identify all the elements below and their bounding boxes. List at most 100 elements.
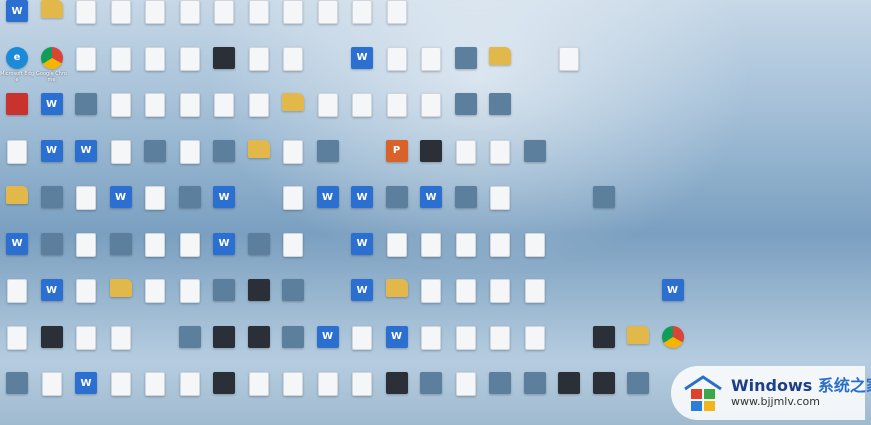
desktop-icon-dark[interactable] xyxy=(587,325,621,370)
desktop-icon-word[interactable]: W xyxy=(35,93,69,137)
desktop-icon-photo[interactable] xyxy=(69,93,103,137)
desktop-icon-word[interactable]: W xyxy=(69,139,103,184)
desktop-icon-doc[interactable] xyxy=(138,0,172,44)
desktop-icon-doc[interactable] xyxy=(173,0,207,44)
desktop-icon-doc[interactable] xyxy=(311,93,345,137)
desktop-icon-photo[interactable] xyxy=(276,279,310,323)
desktop-icon-doc[interactable] xyxy=(35,372,69,416)
desktop-icon-photo[interactable] xyxy=(414,372,448,416)
desktop-icon-folder[interactable] xyxy=(242,139,276,184)
desktop-icon-dark[interactable] xyxy=(207,372,241,416)
desktop-icon-doc[interactable] xyxy=(380,93,414,137)
desktop-icon-word[interactable]: W xyxy=(414,186,448,230)
desktop-icon-ppt[interactable]: P xyxy=(380,139,414,184)
desktop-icon-doc[interactable] xyxy=(483,232,517,277)
desktop-icon-dark[interactable] xyxy=(242,279,276,323)
desktop-icon-doc[interactable] xyxy=(173,232,207,277)
desktop-icon-doc[interactable] xyxy=(345,93,379,137)
desktop-icon-word[interactable]: W xyxy=(35,279,69,323)
desktop-icon-doc[interactable] xyxy=(104,372,138,416)
desktop-icon-doc[interactable] xyxy=(276,372,310,416)
desktop-icon-photo[interactable] xyxy=(518,139,552,184)
desktop-icon-photo[interactable] xyxy=(207,279,241,323)
desktop-icon-word[interactable]: W xyxy=(207,232,241,277)
desktop-icon-doc[interactable] xyxy=(104,93,138,137)
desktop-icon-dark[interactable] xyxy=(242,325,276,370)
desktop-icon-doc[interactable] xyxy=(69,232,103,277)
desktop-icon-doc[interactable] xyxy=(138,372,172,416)
desktop-icon-doc[interactable] xyxy=(104,139,138,184)
desktop-icon-doc[interactable] xyxy=(138,93,172,137)
desktop-icon-doc[interactable] xyxy=(138,232,172,277)
desktop-icon-word[interactable]: W xyxy=(380,325,414,370)
desktop-icon-doc[interactable] xyxy=(69,0,103,44)
desktop-icon-doc[interactable] xyxy=(483,139,517,184)
desktop-icon-doc[interactable] xyxy=(311,372,345,416)
desktop-icon-doc[interactable] xyxy=(518,232,552,277)
desktop-icon-doc[interactable] xyxy=(345,0,379,44)
desktop-icon-photo[interactable] xyxy=(104,232,138,277)
desktop-icon-word[interactable]: W xyxy=(345,279,379,323)
desktop-icon-dark[interactable] xyxy=(380,372,414,416)
desktop-icon-doc[interactable] xyxy=(138,46,172,91)
desktop-icon-doc[interactable] xyxy=(0,279,34,323)
desktop-icon-dark[interactable] xyxy=(414,139,448,184)
desktop-icon-doc[interactable] xyxy=(242,46,276,91)
desktop-icon-doc[interactable] xyxy=(380,232,414,277)
desktop-icon-word[interactable]: W xyxy=(207,186,241,230)
desktop-icon-doc[interactable] xyxy=(138,279,172,323)
desktop-icon-doc[interactable] xyxy=(552,46,586,91)
desktop-icon-doc[interactable] xyxy=(380,46,414,91)
desktop-icon-doc[interactable] xyxy=(104,325,138,370)
desktop-icon-word[interactable]: W xyxy=(311,325,345,370)
desktop-icon-folder[interactable] xyxy=(35,0,69,44)
desktop-icon-doc[interactable] xyxy=(380,0,414,44)
desktop-icon-dark[interactable] xyxy=(587,372,621,416)
desktop-icon-edge[interactable]: e Microsoft Edge xyxy=(0,46,34,91)
desktop-icon-chrome[interactable]: Google Chrome xyxy=(35,46,69,91)
desktop-icon-doc[interactable] xyxy=(311,0,345,44)
desktop-icon-doc[interactable] xyxy=(276,186,310,230)
desktop-icon-dark[interactable] xyxy=(552,372,586,416)
desktop-icon-doc[interactable] xyxy=(449,372,483,416)
desktop-icon-doc[interactable] xyxy=(242,372,276,416)
desktop-icon-photo[interactable] xyxy=(587,186,621,230)
desktop-icon-word[interactable]: W xyxy=(0,0,34,44)
desktop-icon-photo[interactable] xyxy=(518,372,552,416)
desktop-icon-doc[interactable] xyxy=(483,325,517,370)
desktop-icon-doc[interactable] xyxy=(0,139,34,184)
desktop-icon-photo[interactable] xyxy=(207,139,241,184)
desktop-icon-doc[interactable] xyxy=(138,186,172,230)
desktop-icon-word[interactable]: W xyxy=(69,372,103,416)
desktop-icon-doc[interactable] xyxy=(276,139,310,184)
desktop-icon-doc[interactable] xyxy=(414,279,448,323)
desktop-icon-doc[interactable] xyxy=(276,232,310,277)
desktop-icon-doc[interactable] xyxy=(242,0,276,44)
desktop-icon-dark[interactable] xyxy=(207,46,241,91)
desktop-icon-folder[interactable] xyxy=(483,46,517,91)
desktop-icon-doc[interactable] xyxy=(345,372,379,416)
desktop-icon-dark[interactable] xyxy=(207,325,241,370)
desktop-icon-doc[interactable] xyxy=(276,0,310,44)
desktop-icon-word[interactable]: W xyxy=(345,232,379,277)
desktop-icon-folder[interactable] xyxy=(380,279,414,323)
desktop-icon-word[interactable]: W xyxy=(104,186,138,230)
desktop-icon-doc[interactable] xyxy=(449,325,483,370)
desktop-icon-doc[interactable] xyxy=(69,325,103,370)
desktop-icon-doc[interactable] xyxy=(104,46,138,91)
desktop-icon-doc[interactable] xyxy=(449,279,483,323)
desktop-icon-doc[interactable] xyxy=(242,93,276,137)
desktop-icon-doc[interactable] xyxy=(173,46,207,91)
desktop-icon-doc[interactable] xyxy=(69,186,103,230)
desktop-icon-doc[interactable] xyxy=(69,46,103,91)
desktop-icon-folder[interactable] xyxy=(621,325,655,370)
desktop-icon-doc[interactable] xyxy=(414,232,448,277)
desktop-icon-photo[interactable] xyxy=(483,372,517,416)
desktop-icon-photo[interactable] xyxy=(138,139,172,184)
desktop-icon-photo[interactable] xyxy=(242,232,276,277)
desktop-icon-word[interactable]: W xyxy=(656,279,690,323)
desktop-icon-photo[interactable] xyxy=(483,93,517,137)
desktop-icon-photo[interactable] xyxy=(311,139,345,184)
desktop-icon-doc[interactable] xyxy=(345,325,379,370)
desktop-icon-doc[interactable] xyxy=(414,46,448,91)
